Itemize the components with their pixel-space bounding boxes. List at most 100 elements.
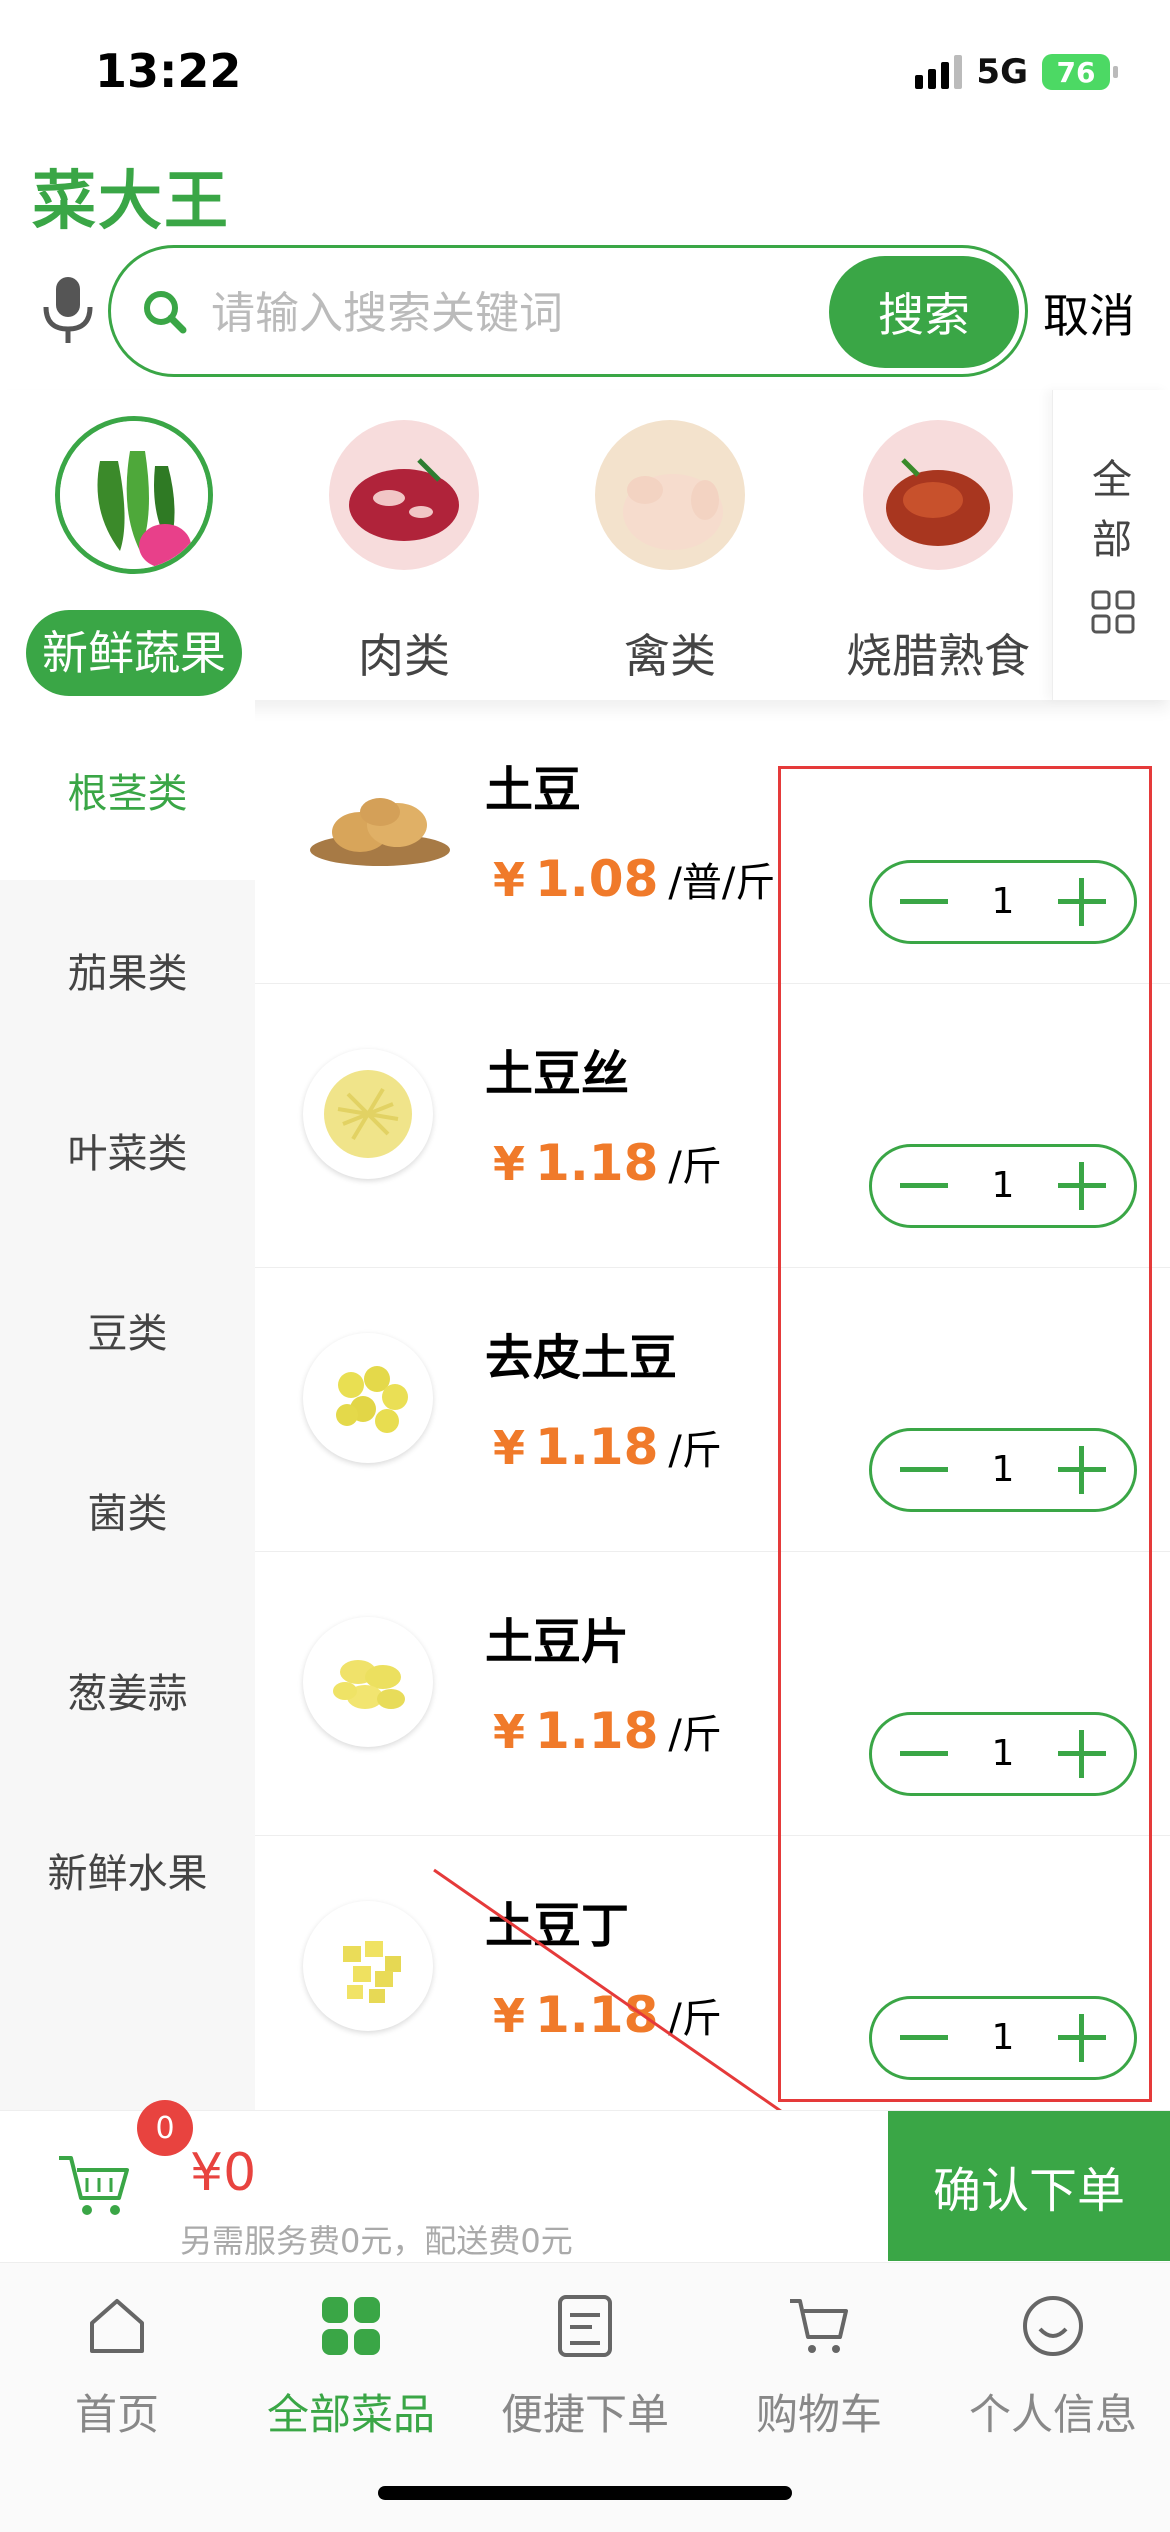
price-unit: /斤 [668,1428,722,1474]
search-input[interactable] [211,278,791,348]
search-box: 搜索 [108,245,1028,377]
product-item: 土豆丝 ¥ 1.18 /斤 1 [255,984,1170,1268]
category-all-label: 全部 [1092,457,1132,563]
sidebar-item-beans[interactable]: 豆类 [0,1240,255,1420]
plus-icon [1058,2014,1106,2062]
category-poultry[interactable]: 禽类 [550,420,790,683]
quantity-value[interactable]: 1 [966,1165,1040,1206]
category-row: 新鲜蔬果 肉类 禽类 烧腊熟食 全部 [0,390,1170,700]
category-meat[interactable]: 肉类 [284,420,524,683]
cart-icon [790,2299,848,2353]
braised-meat-image [886,458,990,546]
increase-button[interactable] [1040,1715,1124,1793]
category-image [329,420,479,570]
quantity-value[interactable]: 1 [966,2017,1040,2058]
minus-icon [900,1751,948,1756]
tab-profile[interactable]: 个人信息 [936,2293,1170,2493]
cancel-button[interactable]: 取消 [1043,280,1135,346]
decrease-button[interactable] [882,1999,966,2077]
search-button[interactable]: 搜索 [829,256,1019,368]
product-image[interactable] [303,1049,433,1179]
tab-cart[interactable]: 购物车 [702,2293,936,2493]
price-value: 1.08 [535,850,659,908]
category-fresh-produce[interactable]: 新鲜蔬果 [14,416,254,696]
category-label: 新鲜蔬果 [26,610,242,696]
product-name: 去皮土豆 [485,1330,678,1386]
cart-icon[interactable] [55,2146,135,2226]
category-roast-deli[interactable]: 烧腊熟食 [818,420,1058,683]
sidebar-item-root-vegetables[interactable]: 根茎类 [0,700,255,880]
product-image[interactable] [303,1617,433,1747]
category-all-button[interactable]: 全部 [1052,390,1170,700]
decrease-button[interactable] [882,1431,966,1509]
shredded-potato-image [306,1052,430,1176]
minus-icon [900,2035,948,2040]
category-image [595,420,745,570]
confirm-order-button[interactable]: 确认下单 [888,2111,1170,2261]
decrease-button[interactable] [882,1147,966,1225]
grid-icon [322,2297,380,2355]
tab-home[interactable]: 首页 [0,2293,234,2493]
currency-symbol: ¥ [493,1989,526,2043]
price-value: 1.18 [535,1986,659,2044]
cart-total: ¥0 [190,2143,257,2203]
grid-icon [1091,590,1135,634]
sidebar-item-scallion-ginger-garlic[interactable]: 葱姜蒜 [0,1600,255,1780]
decrease-button[interactable] [882,1715,966,1793]
minus-icon [900,899,948,904]
sidebar-item-fresh-fruit[interactable]: 新鲜水果 [0,1780,255,1960]
battery-icon: 76 [1042,54,1118,90]
sidebar-item-leafy[interactable]: 叶菜类 [0,1060,255,1240]
product-item: 土豆丁 ¥ 1.18 /斤 1 [255,1836,1170,2120]
product-name: 土豆片 [485,1614,630,1670]
app-title: 菜大王 [32,165,230,239]
quantity-value[interactable]: 1 [966,1449,1040,1490]
sidebar-item-mushrooms[interactable]: 菌类 [0,1420,255,1600]
sidebar-item-solanaceous[interactable]: 茄果类 [0,880,255,1060]
price-value: 1.18 [535,1702,659,1760]
product-image[interactable] [303,1901,433,2031]
tab-all-dishes[interactable]: 全部菜品 [234,2293,468,2493]
diced-potato-image [306,1904,430,2028]
subcategory-sidebar: 根茎类 茄果类 叶菜类 豆类 菌类 葱姜蒜 新鲜水果 [0,700,255,2110]
battery-level: 76 [1056,55,1096,89]
product-price: ¥ 1.18 /斤 [493,1702,722,1760]
decrease-button[interactable] [882,863,966,941]
network-type: 5G [976,52,1028,92]
plus-icon [1058,878,1106,926]
minus-icon [900,1467,948,1472]
quantity-stepper: 1 [869,860,1137,944]
tab-label: 个人信息 [968,2390,1137,2439]
quantity-value[interactable]: 1 [966,1733,1040,1774]
quantity-value[interactable]: 1 [966,881,1040,922]
plus-icon [1058,1162,1106,1210]
price-value: 1.18 [535,1418,659,1476]
vegetables-image [60,421,208,569]
cart-count-badge: 0 [137,2100,193,2156]
currency-symbol: ¥ [493,853,526,907]
status-bar: 13:22 5G 76 [0,0,1170,150]
category-image [863,420,1013,570]
product-price: ¥ 1.18 /斤 [493,1986,722,2044]
increase-button[interactable] [1040,1431,1124,1509]
increase-button[interactable] [1040,863,1124,941]
microphone-icon[interactable] [40,275,96,345]
search-icon [144,291,187,334]
product-image[interactable] [303,1333,433,1463]
price-unit: /斤 [668,1996,722,2042]
product-item: 土豆片 ¥ 1.18 /斤 1 [255,1552,1170,1836]
tab-quick-order[interactable]: 便捷下单 [468,2293,702,2493]
product-item: 土豆 ¥ 1.08 /普/斤 1 [255,700,1170,984]
product-list: 土豆 ¥ 1.08 /普/斤 1 土豆丝 ¥ 1.18 /斤 1 去皮土豆 ¥ … [255,700,1170,2120]
smile-icon [1023,2296,1083,2356]
product-name: 土豆 [485,762,582,818]
status-time: 13:22 [95,44,242,98]
increase-button[interactable] [1040,1999,1124,2077]
product-image[interactable] [305,770,455,880]
price-unit: /普/斤 [668,860,776,906]
category-label: 禽类 [624,629,716,683]
status-indicators: 5G 76 [915,52,1118,92]
potato-slices-image [306,1620,430,1744]
increase-button[interactable] [1040,1147,1124,1225]
price-unit: /斤 [668,1144,722,1190]
